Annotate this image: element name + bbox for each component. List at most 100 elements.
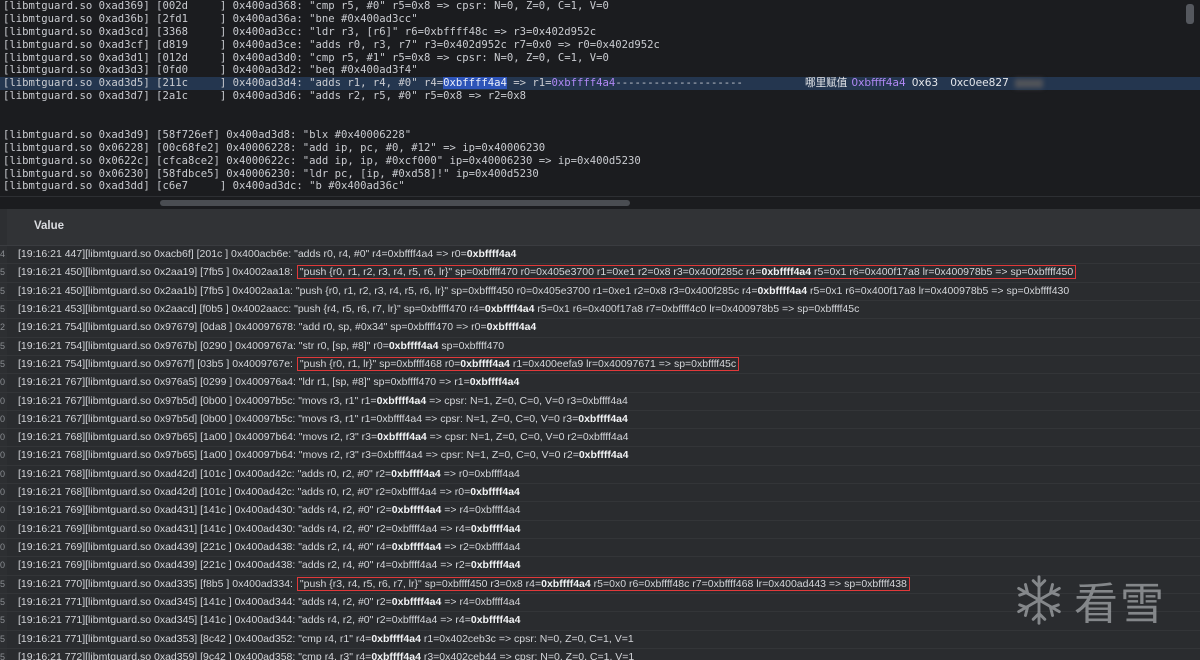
row-value: [19:16:21 768][libmtguard.so 0xad42d] [1… bbox=[18, 484, 520, 501]
row-value: [19:16:21 768][libmtguard.so 0x97b65] [1… bbox=[18, 429, 628, 446]
row-text: r3=0x402ceb44 => cpsr: N=0, Z=0, C=1, V=… bbox=[420, 650, 635, 660]
row-value: [19:16:21 772][libmtguard.so 0xad359] [9… bbox=[18, 649, 634, 660]
row-text: => r0=0xbffff4a4 bbox=[440, 467, 520, 480]
row-value: [19:16:21 754][libmtguard.so 0x9767f] [0… bbox=[18, 356, 740, 373]
table-row[interactable]: 0 [19:16:21 768][libmtguard.so 0x97b65] [… bbox=[0, 447, 1200, 466]
row-gutter-header bbox=[0, 209, 7, 245]
trace-line[interactable]: [libmtguard.so 0xad3d3] [0fd0 ] 0x400ad3… bbox=[0, 64, 1200, 77]
table-row[interactable]: 5 [19:16:21 453][libmtguard.so 0x2aacd] [… bbox=[0, 300, 1200, 320]
value-highlight: 0xbffff4a4 bbox=[470, 522, 521, 535]
note-value: 0xbffff4a4 bbox=[851, 77, 906, 90]
value-highlight: 0xbffff4a4 bbox=[578, 412, 628, 425]
row-index: 5 bbox=[0, 630, 7, 648]
row-text: r5=0x0 r6=0xbffff48c r7=0xbffff468 lr=0x… bbox=[590, 577, 907, 590]
row-index: 5 bbox=[0, 612, 7, 630]
table-row[interactable]: 0 [19:16:21 768][libmtguard.so 0xad42d] [… bbox=[0, 465, 1200, 485]
scrollbar-thumb[interactable] bbox=[160, 200, 630, 206]
trace-line[interactable]: [libmtguard.so 0xad3cf] [d819 ] 0x400ad3… bbox=[0, 39, 1200, 52]
trace-text: [libmtguard.so 0x06230] [58fdbce5] 0x400… bbox=[3, 167, 539, 180]
row-index: 0 bbox=[0, 520, 7, 538]
trace-line[interactable]: [libmtguard.so 0xad3d1] [012d ] 0x400ad3… bbox=[0, 52, 1200, 65]
highlight-box: "push {r0, r1, lr}" sp=0xbffff468 r0=0xb… bbox=[296, 356, 740, 371]
row-text: [19:16:21 768][libmtguard.so 0xad42d] [1… bbox=[18, 486, 471, 499]
value-highlight: 0xbffff4a4 bbox=[757, 284, 808, 297]
trace-line[interactable]: [libmtguard.so 0xad3d9] [58f726ef] 0x400… bbox=[0, 129, 1200, 142]
trace-line[interactable]: [libmtguard.so 0xad3cd] [3368 ] 0x400ad3… bbox=[0, 26, 1200, 39]
row-text: [19:16:21 453][libmtguard.so 0x2aacd] [f… bbox=[18, 302, 485, 315]
trace-text: [libmtguard.so 0xad369] [002d ] 0x400ad3… bbox=[3, 0, 609, 12]
row-text: [19:16:21 769][libmtguard.so 0xad439] [2… bbox=[18, 559, 471, 572]
trace-line[interactable]: [libmtguard.so 0xad369] [002d ] 0x400ad3… bbox=[0, 0, 1200, 13]
row-text: r1=0x400eefa9 lr=0x40097671 => sp=0xbfff… bbox=[509, 357, 737, 370]
row-value: [19:16:21 768][libmtguard.so 0xad42d] [1… bbox=[18, 466, 520, 483]
table-row[interactable]: 0 [19:16:21 769][libmtguard.so 0xad431] [… bbox=[0, 502, 1200, 521]
trace-text: [libmtguard.so 0xad36b] [2fd1 ] 0x400ad3… bbox=[3, 12, 418, 25]
row-text: => cpsr: N=1, Z=0, C=0, V=0 r3=0xbffff4a… bbox=[426, 394, 628, 407]
column-header-value[interactable]: Value bbox=[34, 220, 64, 232]
trace-text: [libmtguard.so 0xad3d9] [58f726ef] 0x400… bbox=[3, 128, 412, 141]
instruction-trace-pane[interactable]: [libmtguard.so 0xad369] [002d ] 0x400ad3… bbox=[0, 0, 1200, 196]
row-index: 0 bbox=[0, 392, 7, 410]
annotation-note: 哪里赋值 0xbffff4a4 0x63 0xc0ee827 bbox=[805, 77, 1043, 90]
row-value: [19:16:21 450][libmtguard.so 0x2aa19] [7… bbox=[18, 264, 1077, 281]
table-row[interactable]: 4 [19:16:21 447][libmtguard.so 0xacb6f] [… bbox=[0, 246, 1200, 265]
row-text: [19:16:21 769][libmtguard.so 0xad439] [2… bbox=[18, 541, 392, 553]
table-row[interactable]: 0 [19:16:21 769][libmtguard.so 0xad439] [… bbox=[0, 539, 1200, 558]
table-row[interactable]: 5 [19:16:21 754][libmtguard.so 0x9767b] [… bbox=[0, 337, 1200, 356]
trace-line[interactable]: [libmtguard.so 0xad36b] [2fd1 ] 0x400ad3… bbox=[0, 13, 1200, 26]
row-value: [19:16:21 769][libmtguard.so 0xad439] [2… bbox=[18, 557, 520, 574]
row-index: 2 bbox=[0, 319, 7, 337]
trace-text: [libmtguard.so 0xad3d3] [0fd0 ] 0x400ad3… bbox=[3, 64, 418, 77]
value-highlight: 0xbffff4a4 bbox=[391, 504, 442, 517]
row-text: [19:16:21 450][libmtguard.so 0x2aa19] [7… bbox=[18, 266, 296, 279]
trace-line[interactable] bbox=[0, 116, 1200, 129]
table-row[interactable]: 0 [19:16:21 767][libmtguard.so 0x976a5] [… bbox=[0, 374, 1200, 393]
row-text: [19:16:21 771][libmtguard.so 0xad345] [1… bbox=[18, 614, 471, 627]
value-highlight: 0xbffff4a4 bbox=[470, 559, 521, 572]
highlight-box: "push {r0, r1, r2, r3, r4, r5, r6, lr}" … bbox=[296, 265, 1077, 280]
table-row[interactable]: 0 [19:16:21 768][libmtguard.so 0x97b65] [… bbox=[0, 429, 1200, 448]
row-text: "push {r3, r4, r5, r6, r7, lr}" sp=0xbff… bbox=[299, 577, 542, 590]
row-value: [19:16:21 447][libmtguard.so 0xacb6f] [2… bbox=[18, 246, 516, 263]
value-highlight: 0xbffff4a4 bbox=[469, 376, 520, 389]
row-index: 5 bbox=[0, 337, 7, 355]
row-text: [19:16:21 768][libmtguard.so 0x97b65] [1… bbox=[18, 449, 579, 462]
row-index: 0 bbox=[0, 410, 7, 429]
row-text: r1=0x402ceb3c => cpsr: N=0, Z=0, C=1, V=… bbox=[420, 632, 634, 645]
value-highlight: 0xbffff4a4 bbox=[484, 302, 535, 315]
table-row[interactable]: 0 [19:16:21 767][libmtguard.so 0x97b5d] [… bbox=[0, 410, 1200, 430]
table-row[interactable]: 5 [19:16:21 772][libmtguard.so 0xad359] [… bbox=[0, 648, 1200, 660]
trace-line-highlighted[interactable]: [libmtguard.so 0xad3d5] [211c ] 0x400ad3… bbox=[0, 77, 1200, 91]
trace-horizontal-scrollbar[interactable] bbox=[0, 196, 1200, 209]
trace-line[interactable]: [libmtguard.so 0xad3d7] [2a1c ] 0x400ad3… bbox=[0, 90, 1200, 103]
trace-line[interactable]: [libmtguard.so 0xad3dd] [c6e7 ] 0x400ad3… bbox=[0, 180, 1200, 193]
row-text: [19:16:21 771][libmtguard.so 0xad345] [1… bbox=[18, 595, 392, 608]
row-index: 0 bbox=[0, 447, 7, 465]
value-highlight: 0xbffff4a4 bbox=[460, 357, 510, 370]
highlight-box: "push {r3, r4, r5, r6, r7, lr}" sp=0xbff… bbox=[296, 576, 910, 591]
trace-line[interactable]: [libmtguard.so 0x06230] [58fdbce5] 0x400… bbox=[0, 168, 1200, 181]
value-highlight: 0xbffff4a4 bbox=[466, 248, 517, 260]
value-highlight: 0xbffff4a4 bbox=[391, 467, 441, 480]
row-text: => r4=0xbffff4a4 bbox=[441, 595, 521, 608]
trace-line[interactable]: [libmtguard.so 0x0622c] [cfca8ce2] 0x400… bbox=[0, 155, 1200, 168]
table-row[interactable]: 5 [19:16:21 450][libmtguard.so 0x2aa19] [… bbox=[0, 264, 1200, 283]
trace-text: [libmtguard.so 0x0622c] [cfca8ce2] 0x400… bbox=[3, 154, 641, 167]
grid-header: Value bbox=[0, 209, 1200, 246]
row-text: [19:16:21 768][libmtguard.so 0xad42d] [1… bbox=[18, 467, 392, 480]
trace-line[interactable] bbox=[0, 103, 1200, 116]
table-row[interactable]: 0 [19:16:21 768][libmtguard.so 0xad42d] [… bbox=[0, 484, 1200, 503]
value-highlight: 0xbffff4a4 bbox=[371, 650, 421, 660]
table-row[interactable]: 0 [19:16:21 767][libmtguard.so 0x97b5d] [… bbox=[0, 392, 1200, 411]
row-text: sp=0xbffff470 bbox=[438, 339, 505, 352]
table-row[interactable]: 5 [19:16:21 754][libmtguard.so 0x9767f] [… bbox=[0, 355, 1200, 375]
value-highlight: 0xbffff4a4 bbox=[391, 541, 442, 553]
row-value: [19:16:21 769][libmtguard.so 0xad439] [2… bbox=[18, 539, 521, 556]
table-row[interactable]: 2 [19:16:21 754][libmtguard.so 0x97679] [… bbox=[0, 319, 1200, 338]
table-row[interactable]: 5 [19:16:21 450][libmtguard.so 0x2aa1b] [… bbox=[0, 282, 1200, 301]
trace-line[interactable]: [libmtguard.so 0x06228] [00c68fe2] 0x400… bbox=[0, 142, 1200, 155]
table-row[interactable]: 0 [19:16:21 769][libmtguard.so 0xad431] [… bbox=[0, 520, 1200, 539]
table-row[interactable]: 5 [19:16:21 771][libmtguard.so 0xad353] [… bbox=[0, 630, 1200, 649]
watermark: 看雪 bbox=[1010, 568, 1166, 632]
row-text: [19:16:21 772][libmtguard.so 0xad359] [9… bbox=[18, 650, 372, 660]
